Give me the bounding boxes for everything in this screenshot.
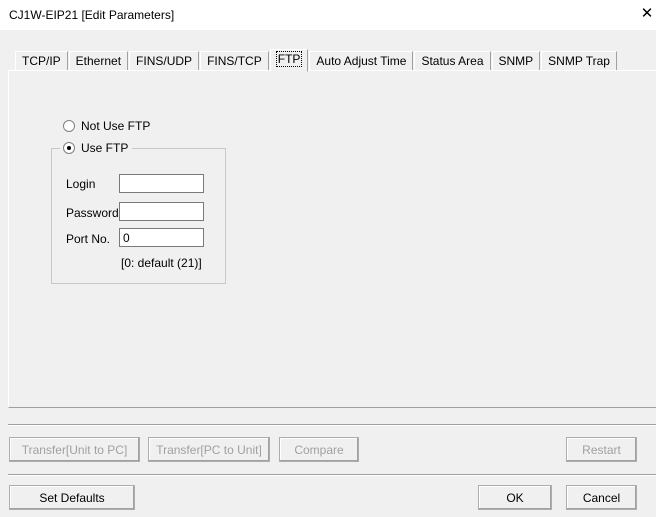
transfer-pc-to-unit-button[interactable]: Transfer[PC to Unit]	[148, 437, 270, 462]
tab-snmp[interactable]: SNMP	[491, 51, 541, 71]
set-defaults-button[interactable]: Set Defaults	[9, 485, 135, 510]
radio-unchecked-icon	[63, 120, 75, 132]
port-hint: [0: default (21)]	[121, 256, 202, 270]
tab-strip: TCP/IP Ethernet FINS/UDP FINS/TCP FTP Au…	[15, 49, 618, 72]
restart-button[interactable]: Restart	[566, 437, 637, 462]
tab-label: FINS/UDP	[136, 54, 193, 68]
button-label: Compare	[294, 442, 344, 457]
port-input[interactable]	[119, 228, 204, 247]
use-ftp-label: Use FTP	[81, 141, 129, 155]
button-label: Set Defaults	[39, 490, 105, 505]
not-use-ftp-radio[interactable]: Not Use FTP	[63, 119, 155, 133]
title-bar: CJ1W-EIP21 [Edit Parameters] ✕	[0, 0, 656, 30]
tab-fins-tcp[interactable]: FINS/TCP	[200, 51, 269, 71]
button-label: Transfer[PC to Unit]	[156, 442, 262, 457]
tab-label: FINS/TCP	[207, 54, 262, 68]
tab-label: SNMP	[498, 54, 534, 68]
radio-checked-icon	[63, 142, 75, 154]
tab-tcp-ip[interactable]: TCP/IP	[15, 51, 68, 71]
compare-button[interactable]: Compare	[279, 437, 359, 462]
separator	[8, 474, 656, 476]
use-ftp-radio[interactable]: Use FTP	[60, 141, 133, 155]
ok-button[interactable]: OK	[478, 485, 552, 510]
port-label: Port No.	[66, 232, 111, 246]
tab-label: Auto Adjust Time	[316, 54, 407, 68]
password-input[interactable]	[119, 202, 204, 221]
button-label: Transfer[Unit to PC]	[21, 442, 128, 457]
button-label: OK	[506, 490, 524, 505]
tab-label: SNMP Trap	[548, 54, 610, 68]
separator	[8, 424, 656, 426]
button-label: Cancel	[582, 490, 621, 505]
tab-label: Ethernet	[75, 54, 122, 68]
tab-label: TCP/IP	[22, 54, 61, 68]
login-label: Login	[66, 177, 96, 191]
tab-auto-adjust-time[interactable]: Auto Adjust Time	[309, 51, 414, 71]
button-label: Restart	[582, 442, 621, 457]
login-input[interactable]	[119, 174, 204, 193]
window-title: CJ1W-EIP21 [Edit Parameters]	[9, 8, 175, 22]
tab-label: FTP	[275, 51, 303, 67]
not-use-ftp-label: Not Use FTP	[81, 119, 151, 133]
tab-fins-udp[interactable]: FINS/UDP	[129, 51, 200, 71]
transfer-unit-to-pc-button[interactable]: Transfer[Unit to PC]	[9, 437, 140, 462]
tab-status-area[interactable]: Status Area	[414, 51, 491, 71]
password-label: Password	[66, 206, 119, 220]
tab-ethernet[interactable]: Ethernet	[68, 51, 129, 71]
tab-label: Status Area	[421, 54, 484, 68]
cancel-button[interactable]: Cancel	[566, 485, 637, 510]
tab-ftp[interactable]: FTP	[269, 49, 309, 72]
tab-snmp-trap[interactable]: SNMP Trap	[541, 51, 617, 71]
close-icon[interactable]: ✕	[638, 5, 656, 23]
